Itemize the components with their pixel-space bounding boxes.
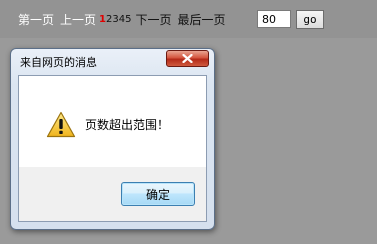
pager: 第一页 上一页 1 2 3 4 5 下一页 最后一页 — [18, 11, 226, 28]
dialog-message: 页数超出范围！ — [85, 118, 170, 132]
page-link-1[interactable]: 1 — [99, 14, 106, 25]
alert-dialog: 来自网页的消息 页数超出范围！ 确定 — [10, 48, 215, 230]
dialog-body: 页数超出范围！ 确定 — [18, 75, 207, 222]
last-page-link[interactable]: 最后一页 — [178, 11, 226, 28]
close-button[interactable] — [166, 50, 209, 67]
page-numbers: 1 2 3 4 5 — [99, 14, 131, 25]
go-button[interactable]: go — [296, 10, 324, 29]
next-page-link[interactable]: 下一页 — [136, 11, 172, 28]
first-page-link[interactable]: 第一页 — [18, 11, 54, 28]
pager-bar: 第一页 上一页 1 2 3 4 5 下一页 最后一页 go — [0, 0, 377, 38]
warning-icon — [46, 111, 76, 138]
dialog-title: 来自网页的消息 — [20, 56, 97, 69]
page-number-input[interactable] — [257, 10, 291, 28]
prev-page-link[interactable]: 上一页 — [60, 11, 96, 28]
ok-button[interactable]: 确定 — [121, 182, 195, 206]
close-icon — [182, 54, 193, 63]
dialog-titlebar[interactable]: 来自网页的消息 — [11, 49, 214, 73]
message-area: 页数超出范围！ — [19, 76, 206, 167]
page-link-5[interactable]: 5 — [125, 14, 131, 25]
